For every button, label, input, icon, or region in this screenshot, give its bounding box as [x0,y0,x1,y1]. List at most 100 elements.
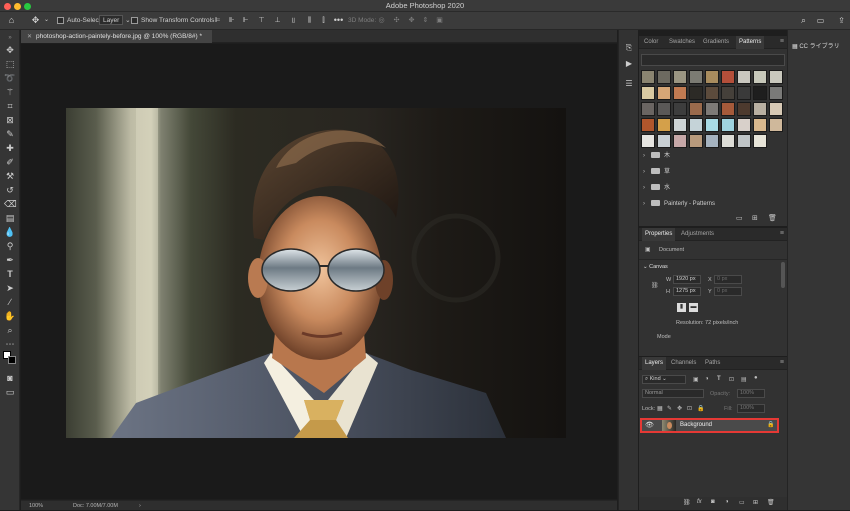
filter-toggle-icon[interactable]: ● [754,375,758,381]
brush-tool-icon[interactable]: ✐ [4,156,16,168]
tab-properties[interactable]: Properties [642,228,676,241]
add-mask-icon[interactable]: ◙ [711,499,715,505]
panel-menu-icon[interactable]: ≡ [780,230,784,237]
pattern-swatch[interactable] [721,70,735,84]
tab-patterns[interactable]: Patterns [736,36,765,49]
home-icon[interactable]: ⌂ [6,15,17,26]
lock-transparent-icon[interactable]: ▦ [657,405,663,412]
y-field[interactable]: 0 px [714,287,742,296]
pattern-swatch[interactable] [721,102,735,116]
pattern-swatch[interactable] [721,134,735,148]
tab-gradients[interactable]: Gradients [703,36,729,49]
pattern-swatch[interactable] [673,102,687,116]
move-tool-icon[interactable]: ✥ [30,15,41,26]
pattern-swatch[interactable] [753,70,767,84]
portrait-orientation-icon[interactable]: ▮ [677,303,686,312]
lock-pixels-icon[interactable]: ✎ [667,405,672,412]
pattern-folder[interactable]: › 木 [643,150,783,163]
x-field[interactable]: 0 px [714,275,742,284]
pattern-swatch[interactable] [641,70,655,84]
collapse-icon[interactable]: » [4,32,16,44]
frame-tool-icon[interactable]: ⊠ [4,114,16,126]
clone-stamp-tool-icon[interactable]: ⚒ [4,170,16,182]
background-color-swatch[interactable] [8,356,16,364]
pattern-swatch[interactable] [737,70,751,84]
pattern-swatch[interactable] [705,118,719,132]
pattern-folder[interactable]: › Painterly - Patterns [643,198,783,211]
pattern-swatch[interactable] [705,86,719,100]
new-layer-icon[interactable]: ⊞ [753,499,758,506]
pattern-swatch[interactable] [769,70,783,84]
pattern-swatch[interactable] [753,118,767,132]
pattern-swatch[interactable] [657,70,671,84]
blur-tool-icon[interactable]: 💧 [4,226,16,238]
opacity-field[interactable]: 100% [737,389,765,398]
hand-tool-icon[interactable]: ✋ [4,310,16,322]
pattern-swatch[interactable] [689,70,703,84]
pattern-swatch[interactable] [673,118,687,132]
new-group-icon[interactable]: ▭ [739,499,745,506]
history-panel-icon[interactable]: ⎘ [623,42,635,54]
pattern-swatch[interactable] [641,86,655,100]
history-brush-tool-icon[interactable]: ↺ [4,184,16,196]
pattern-search-input[interactable] [641,54,785,66]
layer-filter-dropdown[interactable]: ⌕ Kind ⌄ [642,375,686,384]
dodge-tool-icon[interactable]: ⚲ [4,240,16,252]
brush-settings-panel-icon[interactable]: ☰ [623,78,635,90]
landscape-orientation-icon[interactable]: ▬ [689,303,698,312]
link-layers-icon[interactable]: ⛓ [683,499,691,506]
cc-libraries-button[interactable]: ▦ CC ライブラリ [792,41,840,50]
pattern-swatch[interactable] [689,134,703,148]
height-field[interactable]: 1275 px [673,287,701,296]
align-top-icon[interactable]: ⊤ [256,15,267,26]
document-tab[interactable]: ✕ photoshop-action-paintely-before.jpg @ … [21,30,212,43]
quick-mask-icon[interactable]: ◙ [4,372,16,384]
fill-field[interactable]: 100% [737,404,765,413]
gradient-tool-icon[interactable]: ▤ [4,212,16,224]
edit-toolbar-icon[interactable]: ⋯ [4,338,16,350]
pattern-swatch[interactable] [721,86,735,100]
show-transform-checkbox[interactable]: Show Transform Controls [131,15,214,27]
pattern-swatch[interactable] [689,118,703,132]
marquee-tool-icon[interactable]: ⬚ [4,58,16,70]
3d-orbit-icon[interactable]: ◎ [376,15,387,26]
filter-pixel-icon[interactable]: ▣ [693,376,699,383]
eraser-tool-icon[interactable]: ⌫ [4,198,17,210]
link-icon[interactable]: ⛓ [651,282,659,289]
pattern-swatch[interactable] [721,118,735,132]
move-tool-icon[interactable]: ✥ [4,44,16,56]
distribute-icon[interactable]: ⫼ [304,15,315,26]
tab-swatches[interactable]: Swatches [669,36,695,49]
magic-wand-tool-icon[interactable]: ⚚ [4,86,16,98]
auto-select-checkbox[interactable]: Auto-Select: [57,15,102,27]
3d-roll-icon[interactable]: ✣ [391,15,402,26]
tab-paths[interactable]: Paths [705,357,720,370]
pattern-swatch[interactable] [673,70,687,84]
align-right-icon[interactable]: ⊩ [240,15,251,26]
align-middle-icon[interactable]: ⊥ [272,15,283,26]
pattern-swatch[interactable] [769,118,783,132]
pattern-swatch[interactable] [657,134,671,148]
layer-row-background[interactable]: 👁 Background 🔒 [640,418,779,433]
pattern-swatch[interactable] [641,134,655,148]
eye-icon[interactable]: 👁 [645,421,654,429]
pattern-swatch[interactable] [705,134,719,148]
lock-position-icon[interactable]: ✥ [677,405,682,412]
tab-channels[interactable]: Channels [671,357,696,370]
line-tool-icon[interactable]: ∕ [4,296,16,308]
lock-all-icon[interactable]: 🔒 [697,405,704,412]
pattern-swatch[interactable] [769,86,783,100]
auto-select-dropdown[interactable]: Layer ⌄ [99,15,131,27]
pattern-swatch[interactable] [753,86,767,100]
filter-shape-icon[interactable]: ⊡ [729,376,734,383]
zoom-tool-icon[interactable]: ⌕ [4,324,16,336]
delete-icon[interactable]: 🗑 [768,214,777,222]
photo-canvas[interactable] [66,108,566,438]
pattern-folder[interactable]: › 草 [643,166,783,179]
lock-icon[interactable]: 🔒 [767,421,774,428]
width-field[interactable]: 1920 px [673,275,701,284]
tab-color[interactable]: Color [644,36,658,49]
pattern-swatch[interactable] [753,102,767,116]
crop-tool-icon[interactable]: ⌗ [4,100,16,112]
more-options-icon[interactable]: ••• [333,15,344,26]
